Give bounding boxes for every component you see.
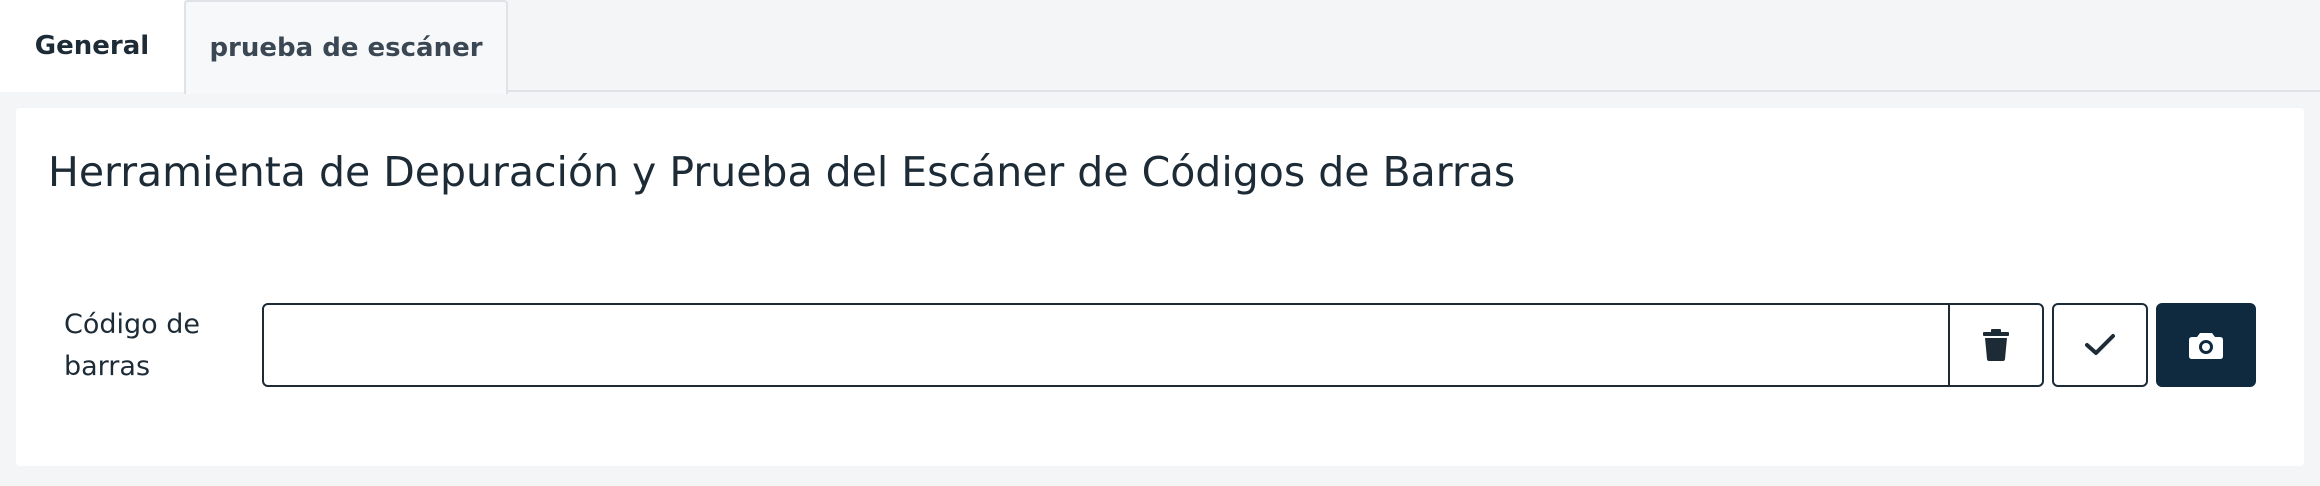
tab-scanner-test-label: prueba de escáner: [209, 33, 483, 63]
tab-general[interactable]: General: [0, 0, 184, 92]
clear-button[interactable]: [1948, 303, 2044, 387]
page-title: Herramienta de Depuración y Prueba del E…: [48, 148, 1516, 196]
check-icon: [2084, 333, 2116, 357]
barcode-input[interactable]: [262, 303, 1952, 387]
tab-scanner-test[interactable]: prueba de escáner: [184, 0, 508, 94]
barcode-field-label: Código de barras: [64, 309, 201, 382]
camera-button[interactable]: [2156, 303, 2256, 387]
tab-bar: General prueba de escáner: [0, 0, 2320, 94]
trash-icon: [1983, 329, 2009, 361]
tab-general-label: General: [34, 31, 150, 61]
confirm-button[interactable]: [2052, 303, 2148, 387]
camera-icon: [2189, 331, 2223, 359]
